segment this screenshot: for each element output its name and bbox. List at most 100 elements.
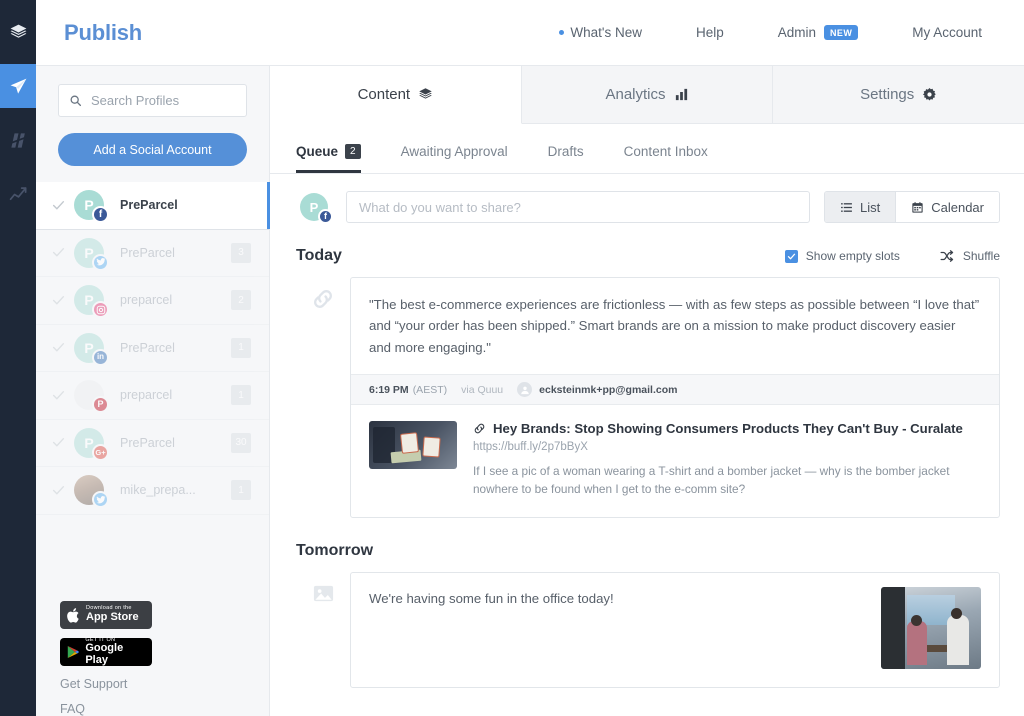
- top-navigation: What's New Help Admin NEW My Account: [559, 25, 1024, 40]
- today-header-row: Today Show empty slots Shuffle: [296, 247, 1000, 265]
- composer-row: P f What do you want to share? List Cale…: [296, 191, 1000, 224]
- profile-row-twitter-preparcel[interactable]: P PreParcel 3: [36, 230, 269, 277]
- profile-name: PreParcel: [120, 198, 178, 213]
- bars-icon: [675, 88, 687, 101]
- main-tabbar: Content Analytics Settings: [270, 66, 1024, 124]
- avatar: P: [74, 285, 109, 319]
- profile-row-googleplus-preparcel[interactable]: P G+ PreParcel 30: [36, 420, 269, 467]
- checkbox-checked-icon: [784, 249, 798, 263]
- nav-admin[interactable]: Admin NEW: [778, 25, 859, 40]
- lower-split: Search Profiles Add a Social Account P f…: [36, 66, 1024, 716]
- profile-row-instagram-preparcel[interactable]: P preparcel 2: [36, 277, 269, 325]
- instagram-icon: [92, 301, 109, 319]
- view-list-label: List: [860, 199, 881, 215]
- profile-name: PreParcel: [120, 245, 175, 260]
- view-calendar-button[interactable]: Calendar: [896, 192, 999, 222]
- subtab-drafts[interactable]: Drafts: [548, 144, 584, 173]
- profile-row-twitter-mike[interactable]: mike_prepa... 1: [36, 467, 269, 515]
- twitter-icon: [92, 253, 109, 271]
- profile-row-facebook-preparcel[interactable]: P f PreParcel: [36, 182, 270, 230]
- link-preview[interactable]: Hey Brands: Stop Showing Consumers Produ…: [351, 405, 999, 517]
- profile-check-icon: [46, 199, 70, 212]
- rail-item-layers[interactable]: [0, 10, 36, 54]
- search-profiles-input[interactable]: Search Profiles: [58, 84, 247, 117]
- shuffle-button[interactable]: Shuffle: [940, 249, 1000, 263]
- profile-post-count: 1: [231, 385, 251, 406]
- post-meta-row: 6:19 PM (AEST) via Quuu ecksteinmk+pp@gm…: [351, 374, 999, 406]
- app-store-big: App Store: [86, 611, 139, 624]
- google-play-text: GET IT ON Google Play: [85, 637, 146, 667]
- body-wrapper: Publish What's New Help Admin NEW My Acc…: [36, 0, 1024, 716]
- subtab-queue[interactable]: Queue 2: [296, 144, 361, 173]
- tab-content-label: Content: [357, 86, 411, 103]
- google-plus-icon: G+: [92, 443, 109, 461]
- analyze-icon: [9, 186, 26, 200]
- brand-title: Publish: [64, 19, 143, 45]
- sub-tabbar: Queue 2 Awaiting Approval Drafts Content…: [270, 124, 1024, 174]
- tab-analytics-label: Analytics: [605, 86, 666, 103]
- apple-icon: [67, 607, 79, 623]
- get-support-link[interactable]: Get Support: [60, 677, 269, 691]
- composer-input[interactable]: What do you want to share?: [346, 191, 810, 223]
- app-store-text: Download on the App Store: [86, 606, 139, 623]
- search-icon: [70, 95, 82, 107]
- rail-item-publish[interactable]: [0, 64, 36, 108]
- post-timezone: (AEST): [412, 383, 448, 396]
- app-root: Publish What's New Help Admin NEW My Acc…: [0, 0, 1024, 716]
- show-empty-slots-toggle[interactable]: Show empty slots: [784, 249, 900, 263]
- tab-settings[interactable]: Settings: [773, 66, 1024, 123]
- subtab-content-inbox[interactable]: Content Inbox: [624, 144, 708, 173]
- facebook-icon: f: [92, 206, 109, 224]
- post-photo-thumbnail: [881, 586, 981, 669]
- post-card-tomorrow[interactable]: We're having some fun in the office toda…: [350, 571, 1000, 688]
- profile-check-icon: [46, 389, 70, 402]
- post-text: We're having some fun in the office toda…: [369, 590, 614, 606]
- image-icon: [313, 585, 333, 601]
- avatar: P f: [74, 190, 109, 224]
- profile-row-pinterest-preparcel[interactable]: P preparcel 1: [36, 372, 269, 420]
- tab-analytics[interactable]: Analytics: [522, 66, 774, 123]
- subtab-awaiting-approval[interactable]: Awaiting Approval: [401, 144, 508, 173]
- link-icon: [474, 423, 485, 434]
- shuffle-icon: [940, 250, 954, 262]
- profile-row-linkedin-preparcel[interactable]: P in PreParcel 1: [36, 325, 269, 372]
- layers-icon: [419, 88, 432, 99]
- list-icon: [841, 202, 852, 212]
- avatar: P: [74, 380, 109, 414]
- rail-item-reply[interactable]: [0, 118, 36, 162]
- nav-help-label: Help: [695, 25, 724, 40]
- profile-name: preparcel: [120, 388, 173, 403]
- nav-my-account-label: My Account: [912, 25, 982, 40]
- profile-check-icon: [46, 341, 70, 354]
- facebook-icon: f: [318, 209, 333, 224]
- app-store-badge[interactable]: Download on the App Store: [60, 601, 152, 629]
- tab-content[interactable]: Content: [270, 66, 522, 124]
- content-scroll-area: P f What do you want to share? List Cale…: [270, 174, 1024, 716]
- admin-new-badge: NEW: [824, 25, 859, 40]
- google-play-badge[interactable]: GET IT ON Google Play: [60, 637, 152, 667]
- link-title-row: Hey Brands: Stop Showing Consumers Produ…: [473, 421, 981, 436]
- view-calendar-label: Calendar: [931, 199, 984, 215]
- reply-icon: [10, 132, 26, 148]
- rail-item-analyze[interactable]: [0, 172, 36, 216]
- nav-help[interactable]: Help: [696, 25, 724, 40]
- link-icon: [314, 290, 332, 308]
- profile-post-count: 3: [231, 242, 251, 263]
- profile-list: P f PreParcel P PreParcel 3 P preparcel …: [36, 182, 270, 515]
- profile-name: PreParcel: [120, 435, 175, 450]
- add-social-account-button[interactable]: Add a Social Account: [58, 133, 247, 166]
- post-text: "The best e-commerce experiences are fri…: [369, 297, 980, 355]
- faq-link[interactable]: FAQ: [60, 702, 269, 716]
- pinterest-icon: P: [92, 396, 109, 414]
- nav-whats-new[interactable]: What's New: [559, 25, 642, 40]
- post-card-today[interactable]: "The best e-commerce experiences are fri…: [350, 277, 1000, 518]
- post-author-avatar: [517, 382, 533, 398]
- link-thumbnail: [369, 421, 457, 470]
- nav-my-account[interactable]: My Account: [912, 25, 982, 40]
- view-list-button[interactable]: List: [825, 192, 897, 222]
- google-play-big: Google Play: [85, 642, 124, 666]
- linkedin-icon: in: [92, 348, 109, 366]
- subtab-queue-label: Queue: [296, 144, 339, 159]
- google-play-icon: [67, 646, 80, 658]
- profile-check-icon: [46, 246, 70, 259]
